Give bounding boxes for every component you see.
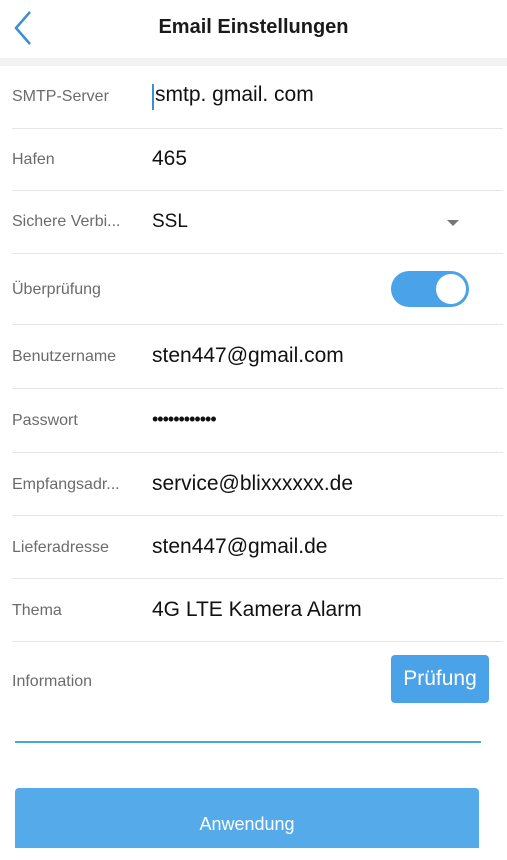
information-label: Information [12, 673, 93, 690]
subject-label: Thema [12, 602, 62, 619]
secure-connection-label: Sichere Verbi... [12, 213, 121, 230]
information-row: Information Prüfung [0, 642, 507, 744]
smtp-server-row: SMTP-Server smtp. gmail. com [0, 66, 507, 128]
subject-input[interactable]: 4G LTE Kamera Alarm [152, 598, 482, 622]
port-row: Hafen 465 [0, 129, 507, 190]
password-label: Passwort [12, 412, 78, 429]
toggle-knob [436, 274, 466, 304]
verification-label: Überprüfung [12, 281, 101, 298]
text-cursor [152, 84, 154, 110]
sender-label: Lieferadresse [12, 539, 109, 556]
password-row: Passwort •••••••••••• [0, 389, 507, 452]
information-input-underline[interactable] [15, 741, 481, 743]
port-input[interactable]: 465 [152, 147, 482, 171]
subject-row: Thema 4G LTE Kamera Alarm [0, 579, 507, 641]
smtp-server-input[interactable]: smtp. gmail. com [155, 83, 485, 107]
header-bar: Email Einstellungen [0, 0, 507, 58]
port-label: Hafen [12, 151, 55, 168]
apply-button[interactable]: Anwendung [15, 788, 479, 848]
header-divider [0, 58, 507, 66]
secure-connection-select[interactable]: SSL [152, 211, 482, 233]
page-title: Email Einstellungen [158, 16, 349, 38]
recipient-label: Empfangsadr... [12, 476, 120, 493]
verification-row: Überprüfung [0, 254, 507, 324]
username-label: Benutzername [12, 348, 117, 365]
test-button[interactable]: Prüfung [391, 655, 489, 703]
sender-row: Lieferadresse sten447@gmail.de [0, 516, 507, 578]
username-row: Benutzername sten447@gmail.com [0, 325, 507, 388]
verification-toggle[interactable] [391, 271, 469, 307]
recipient-row: Empfangsadr... service@blixxxxxx.de [0, 453, 507, 515]
username-input[interactable]: sten447@gmail.com [152, 344, 482, 368]
secure-connection-row[interactable]: Sichere Verbi... SSL [0, 191, 507, 253]
dropdown-arrow-icon[interactable] [447, 220, 459, 226]
sender-input[interactable]: sten447@gmail.de [152, 535, 482, 559]
smtp-server-label: SMTP-Server [12, 88, 109, 105]
recipient-input[interactable]: service@blixxxxxx.de [152, 472, 482, 496]
password-input[interactable]: •••••••••••• [152, 409, 482, 430]
